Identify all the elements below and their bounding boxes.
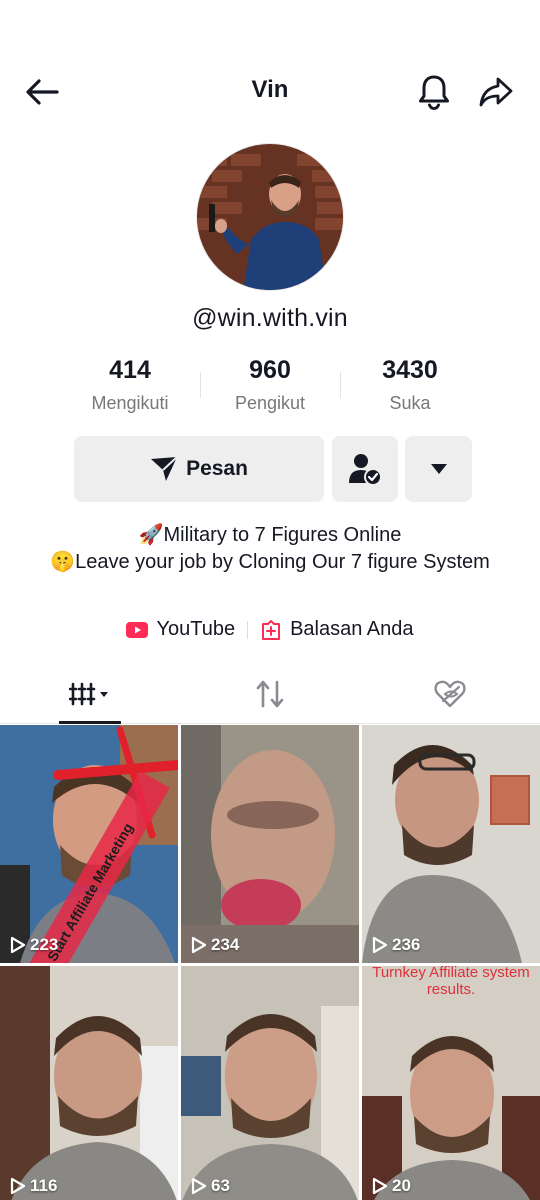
repost-icon [256, 680, 284, 708]
following-count: 414 [109, 356, 151, 384]
view-count: 236 [372, 935, 420, 955]
view-count-value: 236 [392, 935, 421, 954]
followers-label: Pengikut [234, 393, 306, 413]
video-thumbnail[interactable]: Start Affiliate Marketing 223 [0, 725, 178, 963]
share-button[interactable] [474, 70, 518, 114]
video-thumbnail-image [362, 966, 540, 1200]
view-count: 234 [191, 935, 239, 955]
video-thumbnail[interactable]: 116 [0, 966, 178, 1200]
videos-grid-icon [69, 682, 108, 706]
replies-link[interactable]: Balasan Anda [260, 618, 414, 641]
bell-icon [419, 75, 449, 110]
video-thumbnail-image [181, 725, 359, 963]
reply-add-icon [262, 619, 281, 640]
stat-divider [340, 372, 341, 398]
user-check-icon [349, 454, 382, 486]
tab-reposts[interactable] [180, 664, 360, 724]
profile-bio: 🚀Military to 7 Figures Online 🤫Leave you… [40, 522, 500, 576]
link-divider [247, 620, 249, 639]
view-count-value: 223 [30, 935, 59, 954]
avatar-photo [197, 144, 343, 290]
view-count: 20 [372, 1176, 411, 1196]
page-title: Vin [251, 76, 289, 103]
view-count-value: 20 [392, 1176, 411, 1195]
video-thumbnail[interactable]: Turnkey Affiliate system results. 20 [362, 966, 540, 1200]
profile-handle: @win.with.vin [192, 304, 348, 332]
play-icon [10, 936, 26, 954]
send-icon [151, 456, 178, 481]
content-tabs [0, 664, 540, 724]
following-status-button[interactable] [332, 436, 398, 502]
message-button-label: Pesan [186, 457, 248, 480]
tab-liked-private[interactable] [360, 664, 540, 724]
play-icon [191, 936, 207, 954]
profile-links: YouTube Balasan Anda [0, 618, 540, 641]
replies-link-label: Balasan Anda [290, 618, 414, 640]
video-thumbnail-image [0, 966, 178, 1200]
likes-count: 3430 [382, 356, 438, 384]
profile-stats: 414 Mengikuti 960 Pengikut 3430 Suka [60, 356, 480, 420]
view-count: 223 [10, 935, 58, 955]
following-label: Mengikuti [91, 393, 169, 413]
video-thumbnail-image [362, 725, 540, 963]
likes-stat[interactable]: 3430 Suka [340, 356, 480, 420]
youtube-link-label: YouTube [156, 618, 236, 640]
profile-header: Vin [0, 60, 540, 124]
view-count-value: 116 [30, 1176, 58, 1195]
view-count-value: 63 [211, 1176, 230, 1195]
notification-bell-button[interactable] [412, 70, 456, 114]
video-thumbnail-image [181, 966, 359, 1200]
profile-avatar[interactable] [196, 143, 344, 291]
bio-line-2: 🤫Leave your job by Cloning Our 7 figure … [50, 551, 490, 573]
active-tab-indicator [59, 721, 121, 724]
more-options-button[interactable] [405, 436, 472, 502]
stat-divider [200, 372, 201, 398]
youtube-icon [126, 621, 149, 638]
tab-videos[interactable] [0, 664, 180, 724]
share-arrow-icon [479, 77, 513, 107]
video-thumbnail[interactable]: 63 [181, 966, 359, 1200]
play-icon [372, 936, 388, 954]
play-icon [191, 1177, 207, 1195]
view-count: 63 [191, 1176, 230, 1196]
youtube-link[interactable]: YouTube [126, 618, 235, 641]
view-count-value: 234 [211, 935, 240, 954]
likes-label: Suka [389, 393, 431, 413]
bio-line-1: 🚀Military to 7 Figures Online [138, 524, 402, 546]
followers-stat[interactable]: 960 Pengikut [200, 356, 340, 420]
video-thumbnail[interactable]: 236 [362, 725, 540, 963]
heart-hidden-icon [434, 680, 466, 708]
following-stat[interactable]: 414 Mengikuti [60, 356, 200, 420]
message-button[interactable]: Pesan [74, 436, 324, 502]
video-overlay-caption: Turnkey Affiliate system results. [372, 966, 530, 998]
followers-count: 960 [249, 356, 291, 384]
play-icon [372, 1177, 388, 1195]
view-count: 116 [10, 1176, 57, 1196]
caret-down-icon [430, 464, 447, 474]
play-icon [10, 1177, 26, 1195]
video-thumbnail[interactable]: 234 [181, 725, 359, 963]
